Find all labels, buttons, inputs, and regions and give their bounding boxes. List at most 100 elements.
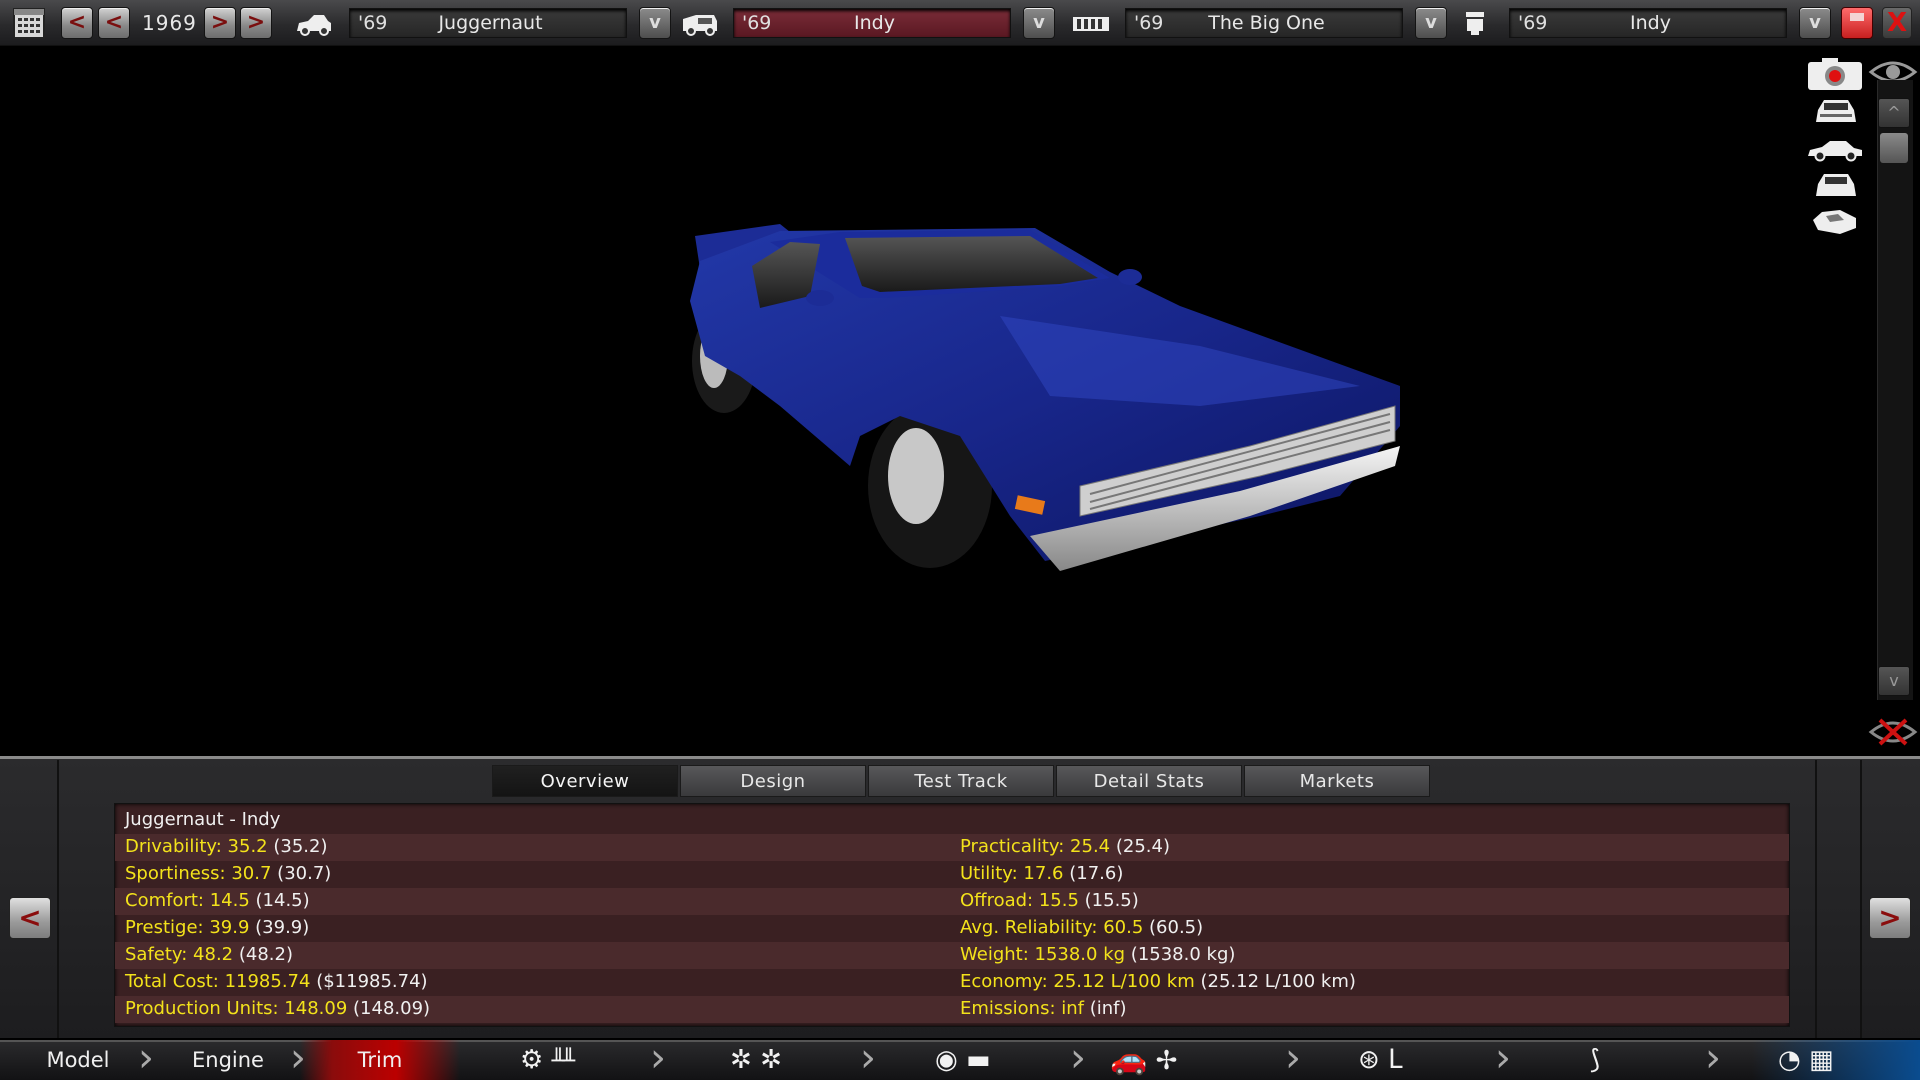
stat-value: (48.2) bbox=[238, 944, 293, 965]
nav-model[interactable]: Model bbox=[20, 1040, 136, 1080]
view-scroll-track[interactable] bbox=[1877, 80, 1913, 700]
stat-value: (39.9) bbox=[255, 917, 310, 938]
table-row: Total Cost: 11985.74 ($11985.74) Economy:… bbox=[115, 969, 1789, 996]
car-front-icon bbox=[1816, 100, 1856, 122]
stat-cell: Safety: 48.2 (48.2) bbox=[125, 944, 293, 965]
panel-divider bbox=[1815, 760, 1817, 1038]
wheel-icon: ✲ bbox=[730, 1045, 752, 1075]
engine-icon bbox=[1073, 17, 1109, 31]
stat-cell: Avg. Reliability: 60.5 (60.5) bbox=[960, 917, 1203, 938]
fan-icon: ✢ bbox=[1155, 1046, 1178, 1076]
stat-value: (30.7) bbox=[277, 863, 332, 884]
stat-label: Safety: 48.2 bbox=[125, 944, 234, 965]
view-front-button[interactable] bbox=[1814, 96, 1858, 130]
chevron-right-icon: › bbox=[138, 1035, 154, 1080]
piston-icon bbox=[1466, 12, 1484, 35]
model-year: '69 bbox=[358, 12, 388, 34]
engine-variant-name: Indy bbox=[1630, 12, 1671, 34]
stat-cell: Emissions: inf (inf) bbox=[960, 998, 1127, 1019]
view-rear-button[interactable] bbox=[1814, 170, 1858, 204]
engine-dropdown-button[interactable]: v bbox=[1415, 7, 1447, 39]
year-back-button[interactable]: < bbox=[98, 7, 130, 39]
stat-label: Drivability: 35.2 bbox=[125, 836, 268, 857]
year-forward-button[interactable]: > bbox=[204, 7, 236, 39]
camera-button[interactable] bbox=[1806, 56, 1864, 92]
stat-cell: Offroad: 15.5 (15.5) bbox=[960, 890, 1139, 911]
tire-icon: ◉ bbox=[935, 1045, 958, 1075]
trim-select[interactable]: '69 Indy bbox=[733, 8, 1011, 38]
engine-select[interactable]: '69 The Big One bbox=[1125, 8, 1403, 38]
stat-cell: Total Cost: 11985.74 ($11985.74) bbox=[125, 971, 428, 992]
chevron-right-icon: › bbox=[860, 1035, 876, 1080]
gauge-icon: ◔ bbox=[1778, 1045, 1801, 1075]
stats-title: Juggernaut - Indy bbox=[125, 809, 281, 830]
stat-cell: Economy: 25.12 L/100 km (25.12 L/100 km) bbox=[960, 971, 1356, 992]
nav-engine[interactable]: Engine bbox=[170, 1040, 286, 1080]
nav-body[interactable]: ◉ ▬ bbox=[935, 1040, 991, 1080]
nav-drivetrain[interactable]: ⚙ ╨╨ bbox=[520, 1040, 575, 1080]
panel-next-button[interactable]: > bbox=[1869, 897, 1911, 939]
model-select[interactable]: '69 Juggernaut bbox=[349, 8, 627, 38]
tab-test-track[interactable]: Test Track bbox=[868, 765, 1054, 797]
car-trim-icon bbox=[683, 15, 717, 36]
year-back-fast-button[interactable]: < bbox=[61, 7, 93, 39]
stat-value: (17.6) bbox=[1069, 863, 1124, 884]
stat-cell: Prestige: 39.9 (39.9) bbox=[125, 917, 309, 938]
stat-label: Utility: 17.6 bbox=[960, 863, 1064, 884]
car-viewport[interactable] bbox=[0, 46, 1870, 756]
engine-year: '69 bbox=[1134, 12, 1164, 34]
stat-label: Production Units: 148.09 bbox=[125, 998, 348, 1019]
car-side-icon bbox=[1808, 141, 1862, 162]
save-button[interactable] bbox=[1841, 7, 1873, 39]
view-scroll-down-button[interactable]: v bbox=[1878, 666, 1910, 696]
chevron-right-icon: › bbox=[1495, 1035, 1511, 1080]
stat-label: Practicality: 25.4 bbox=[960, 836, 1111, 857]
engine-variant-select[interactable]: '69 Indy bbox=[1509, 8, 1787, 38]
nav-finish[interactable]: ◔ ▦ bbox=[1778, 1040, 1834, 1080]
close-button[interactable]: X bbox=[1882, 7, 1912, 39]
wheel-icon: ✲ bbox=[760, 1045, 782, 1075]
nav-chassis[interactable]: ✲ ✲ bbox=[730, 1040, 782, 1080]
model-dropdown-button[interactable]: v bbox=[639, 7, 671, 39]
spring-icon: ⟆ bbox=[1590, 1045, 1601, 1075]
nav-trim[interactable]: Trim bbox=[300, 1040, 460, 1080]
stat-label: Total Cost: 11985.74 bbox=[125, 971, 311, 992]
table-row: Comfort: 14.5 (14.5) Offroad: 15.5 (15.5) bbox=[115, 888, 1789, 915]
engine-variant-dropdown-button[interactable]: v bbox=[1799, 7, 1831, 39]
stat-value: (25.4) bbox=[1115, 836, 1170, 857]
tab-overview[interactable]: Overview bbox=[492, 765, 678, 797]
nav-suspension[interactable]: ⟆ bbox=[1590, 1040, 1600, 1080]
table-row: Prestige: 39.9 (39.9) Avg. Reliability: 6… bbox=[115, 915, 1789, 942]
view-top-button[interactable] bbox=[1810, 206, 1860, 242]
stat-value: (35.2) bbox=[273, 836, 328, 857]
tab-detail-stats[interactable]: Detail Stats bbox=[1056, 765, 1242, 797]
stat-cell: Sportiness: 30.7 (30.7) bbox=[125, 863, 331, 884]
stats-table: Juggernaut - Indy Drivability: 35.2 (35.… bbox=[114, 803, 1790, 1027]
panel-divider bbox=[57, 760, 59, 1038]
car-body-icon: ▬ bbox=[965, 1045, 991, 1075]
hide-ui-icon bbox=[1868, 718, 1918, 746]
panel-prev-button[interactable]: < bbox=[9, 897, 51, 939]
steering-wheel-icon: ⊛ bbox=[1358, 1045, 1380, 1075]
calendar-button[interactable] bbox=[12, 0, 46, 46]
car-rear-icon bbox=[1816, 174, 1856, 196]
year-forward-fast-button[interactable]: > bbox=[240, 7, 272, 39]
table-row: Production Units: 148.09 (148.09) Emissio… bbox=[115, 996, 1789, 1023]
stat-label: Economy: 25.12 L/100 km bbox=[960, 971, 1195, 992]
trim-name: Indy bbox=[854, 12, 895, 34]
nav-interior[interactable]: ⊛ ᒪ bbox=[1358, 1040, 1403, 1080]
gearbox-icon: ╨╨ bbox=[551, 1049, 575, 1074]
view-scroll-up-button[interactable]: ^ bbox=[1878, 98, 1910, 128]
view-scroll-thumb[interactable] bbox=[1880, 133, 1908, 163]
car-side-icon: 🚗 bbox=[1110, 1042, 1148, 1077]
trim-dropdown-button[interactable]: v bbox=[1023, 7, 1055, 39]
tab-markets[interactable]: Markets bbox=[1244, 765, 1430, 797]
stat-value: (15.5) bbox=[1084, 890, 1139, 911]
nav-aero[interactable]: 🚗 ✢ bbox=[1110, 1040, 1177, 1080]
stat-value: (inf) bbox=[1089, 998, 1127, 1019]
stat-label: Comfort: 14.5 bbox=[125, 890, 250, 911]
tab-design[interactable]: Design bbox=[680, 765, 866, 797]
chevron-right-icon: › bbox=[1285, 1035, 1301, 1080]
hide-ui-button[interactable] bbox=[1868, 712, 1918, 756]
view-side-button[interactable] bbox=[1806, 138, 1864, 166]
